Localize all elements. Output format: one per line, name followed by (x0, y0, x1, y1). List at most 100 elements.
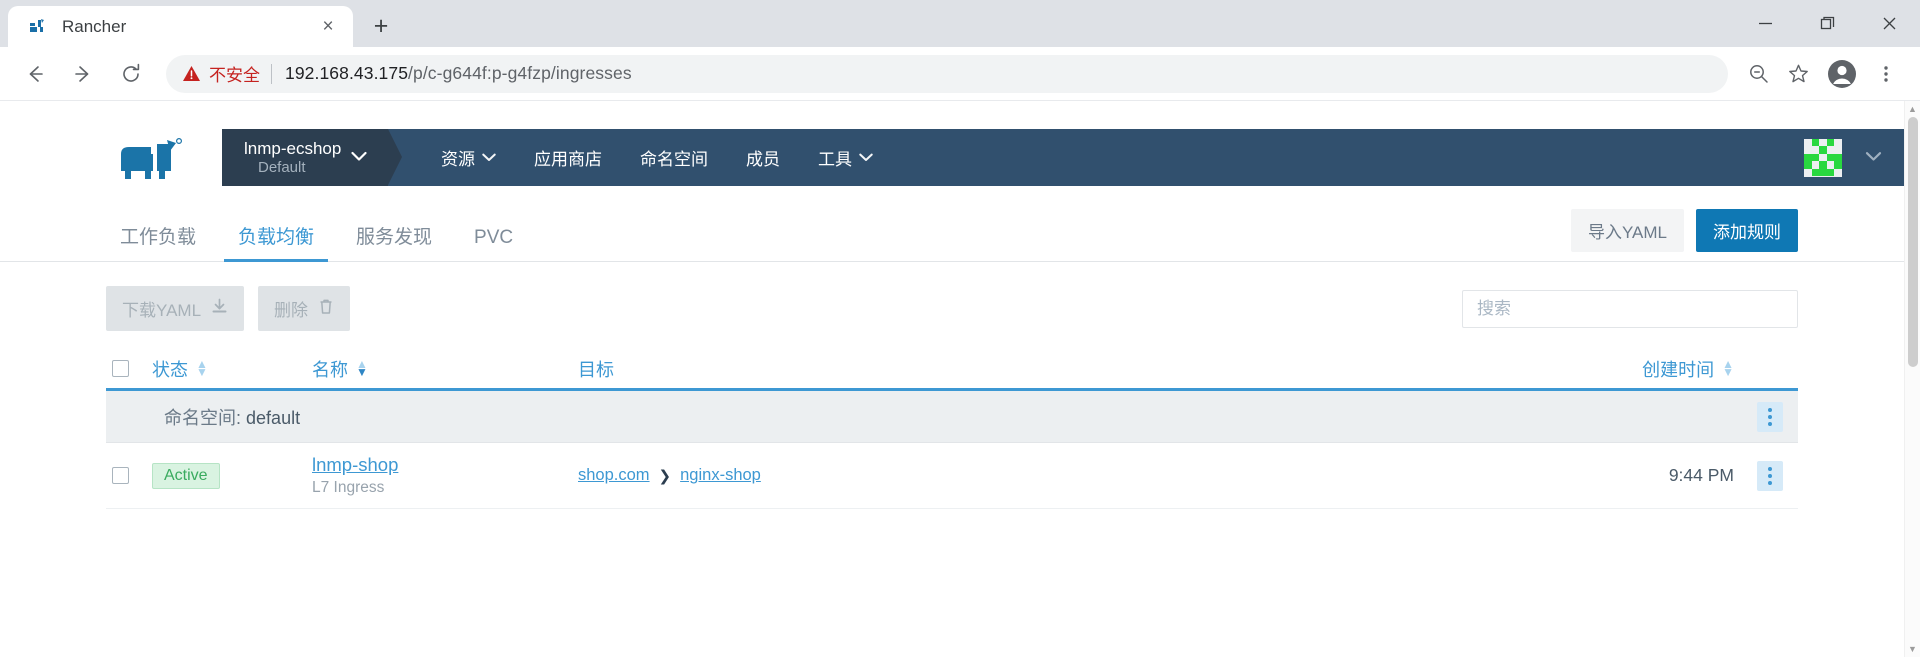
nav-item-app-store[interactable]: 应用商店 (515, 129, 621, 186)
nav-item-members[interactable]: 成员 (727, 129, 799, 186)
rancher-cow-logo[interactable] (106, 129, 208, 186)
row-state-cell: Active (152, 462, 312, 489)
add-rule-button[interactable]: 添加规则 (1696, 209, 1798, 252)
select-all-cell[interactable] (106, 360, 152, 377)
ingress-type-label: L7 Ingress (312, 478, 385, 496)
download-yaml-label: 下载YAML (122, 301, 202, 320)
ingress-table: 状态 ▲ ▼ 名称 ▲ ▼ 目标 创建时间 ▲ ▼ 命名空间: default … (0, 349, 1904, 509)
browser-tab-title: Rancher (62, 16, 127, 36)
namespace-group-row: 命名空间: default (106, 391, 1798, 443)
chevron-down-icon (351, 150, 367, 165)
nav-label: 应用商店 (534, 150, 602, 169)
row-select-cell[interactable] (106, 467, 152, 484)
close-icon[interactable] (1858, 0, 1920, 47)
column-target-label: 目标 (578, 359, 614, 380)
column-state[interactable]: 状态 ▲ ▼ (152, 356, 312, 382)
rancher-logo-icon (26, 16, 48, 38)
target-service-link[interactable]: nginx-shop (680, 466, 761, 485)
table-row[interactable]: Active lnmp-shop L7 Ingress shop.com ❯ n… (106, 443, 1798, 509)
column-created[interactable]: 创建时间 ▲ ▼ (1492, 356, 1742, 382)
profile-avatar-icon[interactable] (1822, 54, 1862, 94)
project-cluster-text: lnmp-ecshop Default (244, 139, 341, 177)
nav-label: 命名空间 (640, 150, 708, 169)
nav-item-tools[interactable]: 工具 (799, 129, 892, 186)
browser-toolbar: 不安全 192.168.43.175/p/c-g644f:p-g4fzp/ing… (0, 47, 1920, 101)
nav-label: 资源 (441, 150, 475, 169)
scroll-up-arrow-icon[interactable]: ▲ (1905, 101, 1920, 117)
close-icon[interactable]: × (315, 14, 341, 40)
row-checkbox[interactable] (112, 467, 129, 484)
url-path: /p/c-g644f:p-g4fzp/ingresses (408, 63, 632, 83)
page-scrollbar[interactable]: ▲ ▼ (1904, 101, 1920, 657)
browser-window: Rancher × + 不安全 192.168.43.175/p/c-g644f… (0, 0, 1920, 657)
new-tab-button[interactable]: + (363, 8, 399, 44)
namespace-value: default (246, 407, 301, 428)
column-target: 目标 (578, 356, 1492, 382)
browser-tab-strip: Rancher × + (0, 0, 1920, 47)
reload-icon[interactable] (110, 53, 152, 95)
toolbar-right-icons (1738, 54, 1906, 94)
row-created-cell: 9:44 PM (1492, 465, 1742, 486)
table-toolbar: 下载YAML 删除 (0, 262, 1904, 331)
minimize-icon[interactable] (1734, 0, 1796, 47)
forward-arrow-icon[interactable] (62, 53, 104, 95)
user-menu[interactable] (1786, 129, 1904, 186)
address-bar-url: 192.168.43.175/p/c-g644f:p-g4fzp/ingress… (285, 63, 632, 84)
ingress-name-link[interactable]: lnmp-shop (312, 453, 398, 478)
page-viewport: lnmp-ecshop Default 资源 应用商店 命名空间 成员 工具 工… (0, 101, 1920, 657)
nav-item-resources[interactable]: 资源 (422, 129, 515, 186)
address-bar[interactable]: 不安全 192.168.43.175/p/c-g644f:p-g4fzp/ing… (166, 54, 1728, 93)
sort-icon[interactable]: ▲ ▼ (356, 358, 368, 378)
chevron-down-icon (859, 151, 873, 165)
group-menu-cell[interactable] (1742, 401, 1798, 432)
search-input[interactable] (1462, 289, 1798, 328)
window-controls (1734, 0, 1920, 47)
project-name: lnmp-ecshop (244, 138, 342, 158)
column-name-label: 名称 (312, 359, 348, 380)
sort-icon[interactable]: ▲ ▼ (196, 358, 208, 378)
select-all-checkbox[interactable] (112, 360, 129, 377)
star-icon[interactable] (1778, 54, 1818, 94)
project-cluster-selector[interactable]: lnmp-ecshop Default (222, 129, 402, 186)
not-secure-warning-icon (182, 64, 201, 83)
row-menu-cell[interactable] (1742, 460, 1798, 491)
delete-label: 删除 (274, 301, 309, 320)
sort-icon[interactable]: ▲ ▼ (1722, 358, 1734, 378)
maximize-icon[interactable] (1796, 0, 1858, 47)
tab-workloads[interactable]: 工作负载 (106, 222, 210, 261)
tab-service-discovery[interactable]: 服务发现 (342, 222, 446, 261)
delete-button[interactable]: 删除 (258, 286, 351, 331)
tab-load-balancing[interactable]: 负载均衡 (224, 222, 329, 262)
page-actions: 导入YAML 添加规则 (1570, 209, 1798, 252)
target-host-link[interactable]: shop.com (578, 466, 650, 485)
browser-tab[interactable]: Rancher × (8, 6, 353, 47)
download-icon (211, 298, 228, 320)
nav-label: 工具 (818, 150, 852, 169)
row-target-cell: shop.com ❯ nginx-shop (578, 466, 1492, 485)
tab-pvc[interactable]: PVC (460, 227, 527, 261)
chevron-right-icon: ❯ (658, 467, 672, 485)
download-yaml-button[interactable]: 下载YAML (106, 286, 245, 331)
page-tabs: 工作负载 负载均衡 服务发现 PVC 导入YAML 添加规则 (0, 209, 1904, 262)
nav-label: 成员 (746, 150, 780, 169)
url-host: 192.168.43.175 (285, 63, 409, 83)
cluster-name: Default (258, 158, 306, 176)
scroll-down-arrow-icon[interactable]: ▼ (1905, 641, 1920, 657)
target-rule: shop.com ❯ nginx-shop (578, 466, 761, 485)
import-yaml-button[interactable]: 导入YAML (1570, 209, 1684, 252)
three-dot-menu-icon[interactable] (1866, 54, 1906, 94)
rancher-app: lnmp-ecshop Default 资源 应用商店 命名空间 成员 工具 工… (0, 129, 1904, 509)
namespace-separator: : (236, 407, 242, 428)
kebab-menu-icon[interactable] (1757, 401, 1783, 432)
kebab-menu-icon[interactable] (1757, 460, 1783, 491)
namespace-key: 命名空间 (164, 407, 236, 428)
column-name[interactable]: 名称 ▲ ▼ (312, 356, 578, 382)
scrollbar-thumb[interactable] (1908, 117, 1918, 367)
omnibox-divider (271, 63, 272, 84)
nav-item-namespaces[interactable]: 命名空间 (621, 129, 727, 186)
chevron-down-icon (482, 151, 496, 165)
back-arrow-icon[interactable] (14, 53, 56, 95)
created-time: 9:44 PM (1668, 465, 1734, 485)
zoom-out-icon[interactable] (1738, 54, 1778, 94)
